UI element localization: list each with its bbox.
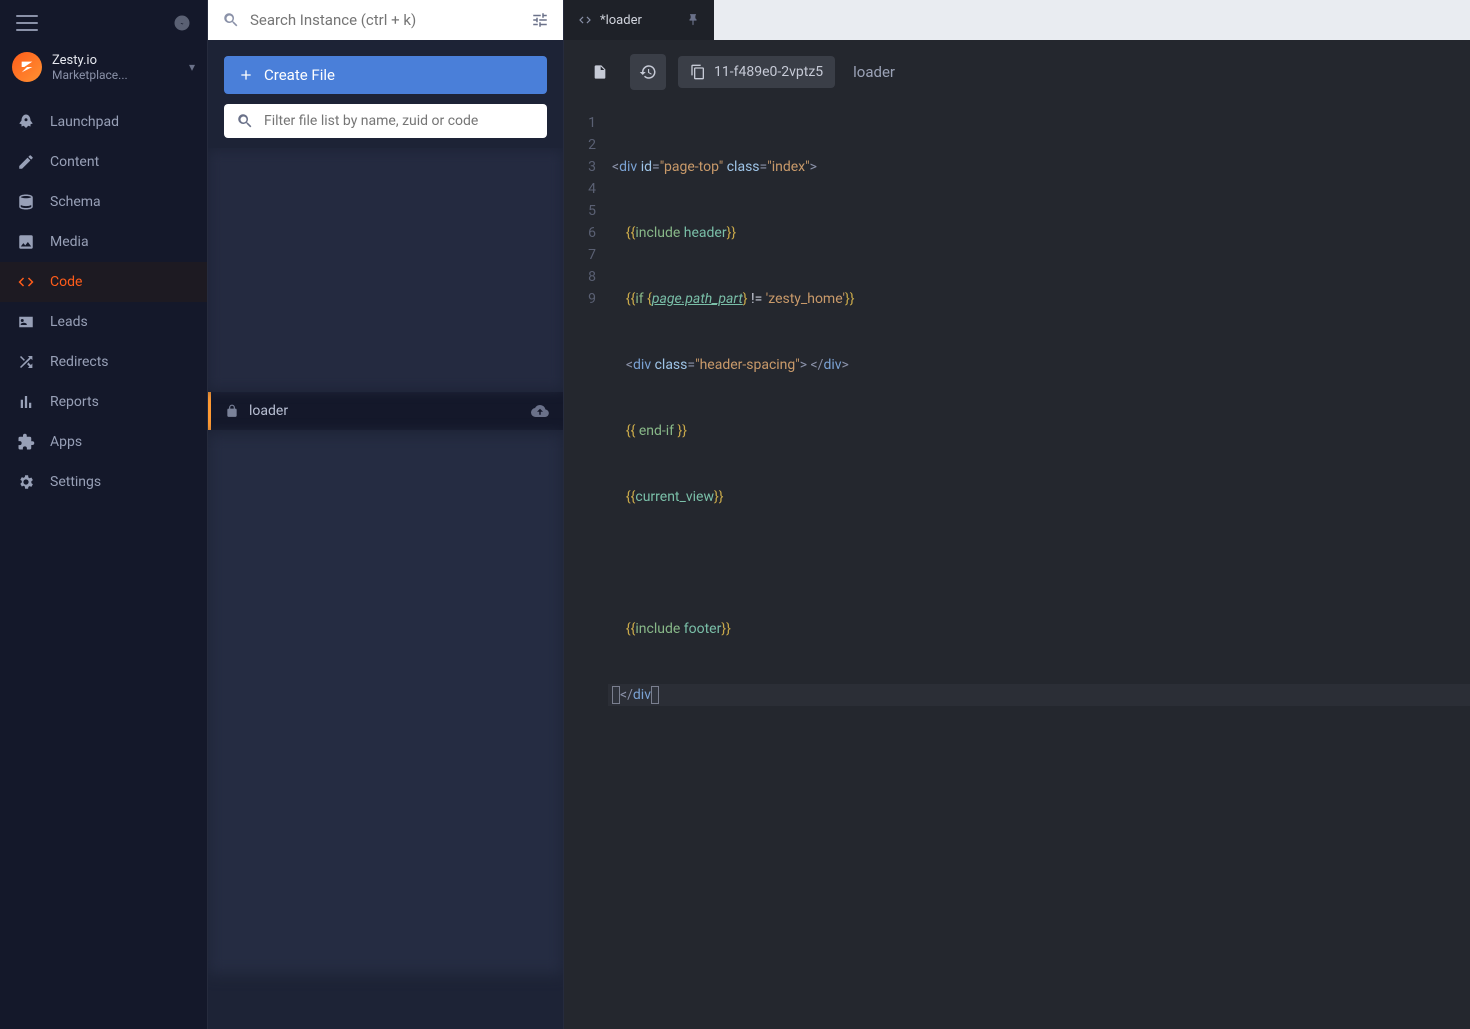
nav-apps[interactable]: Apps	[0, 422, 207, 462]
file-label: loader	[853, 63, 895, 81]
nav-label: Settings	[50, 474, 101, 490]
nav-media[interactable]: Media	[0, 222, 207, 262]
search-icon	[236, 112, 254, 130]
nav-label: Redirects	[50, 354, 109, 370]
code-icon	[16, 272, 36, 292]
nav-content[interactable]: Content	[0, 142, 207, 182]
primary-nav: Launchpad Content Schema Media Code Lead…	[0, 96, 207, 1029]
plus-icon	[238, 67, 254, 83]
create-file-label: Create File	[264, 66, 335, 84]
search-input[interactable]	[250, 11, 521, 29]
file-type-button[interactable]	[582, 54, 618, 90]
zuid-chip[interactable]: 11-f489e0-2vptz5	[678, 56, 835, 88]
blurred-files	[208, 434, 563, 974]
nav-label: Leads	[50, 314, 88, 330]
filter-input[interactable]	[264, 113, 535, 129]
filter-box	[224, 104, 547, 138]
rocket-icon	[16, 112, 36, 132]
menu-toggle[interactable]	[16, 15, 38, 31]
editor-main: *loader 11-f489e0-2vptz5 loader 1 2 3 4 …	[564, 0, 1470, 1029]
nav-label: Media	[50, 234, 89, 250]
cursor	[651, 686, 659, 704]
history-button[interactable]	[630, 54, 666, 90]
nav-label: Launchpad	[50, 114, 119, 130]
nav-label: Apps	[50, 434, 82, 450]
zesty-logo-icon	[173, 14, 191, 32]
nav-leads[interactable]: Leads	[0, 302, 207, 342]
file-panel: Create File loader	[208, 0, 564, 1029]
id-icon	[16, 312, 36, 332]
file-list[interactable]: loader	[208, 148, 563, 1029]
line-gutter: 1 2 3 4 5 6 7 8 9	[564, 104, 608, 1029]
instance-name: Marketplace...	[52, 68, 179, 82]
nav-label: Code	[50, 274, 82, 290]
file-item-loader[interactable]: loader	[208, 392, 563, 430]
global-search	[208, 0, 563, 40]
code-icon	[578, 13, 592, 27]
cloud-upload-icon[interactable]	[531, 402, 549, 420]
chevron-down-icon: ▾	[189, 60, 195, 74]
tab-bar: *loader	[564, 0, 1470, 40]
code-body[interactable]: <div id="page-top" class="index"> {{incl…	[608, 104, 1470, 1029]
instance-logo-icon	[12, 52, 42, 82]
nav-settings[interactable]: Settings	[0, 462, 207, 502]
nav-reports[interactable]: Reports	[0, 382, 207, 422]
nav-label: Content	[50, 154, 99, 170]
zuid-value: 11-f489e0-2vptz5	[714, 64, 823, 80]
tune-icon[interactable]	[531, 11, 549, 29]
nav-launchpad[interactable]: Launchpad	[0, 102, 207, 142]
cursor	[612, 686, 620, 704]
nav-schema[interactable]: Schema	[0, 182, 207, 222]
create-file-button[interactable]: Create File	[224, 56, 547, 94]
shuffle-icon	[16, 352, 36, 372]
brand-name: Zesty.io	[52, 53, 179, 68]
tab-loader[interactable]: *loader	[564, 0, 714, 40]
database-icon	[16, 192, 36, 212]
editor-toolbar: 11-f489e0-2vptz5 loader	[564, 40, 1470, 104]
search-icon	[222, 11, 240, 29]
nav-redirects[interactable]: Redirects	[0, 342, 207, 382]
blurred-files	[208, 150, 563, 390]
file-name: loader	[249, 403, 288, 419]
pencil-icon	[16, 152, 36, 172]
puzzle-icon	[16, 432, 36, 452]
pin-icon[interactable]	[686, 13, 700, 27]
nav-code[interactable]: Code	[0, 262, 207, 302]
copy-icon	[690, 64, 706, 80]
tab-title: *loader	[600, 13, 642, 28]
nav-label: Schema	[50, 194, 101, 210]
sidebar: Zesty.io Marketplace... ▾ Launchpad Cont…	[0, 0, 208, 1029]
gear-icon	[16, 472, 36, 492]
lock-icon	[225, 404, 239, 418]
nav-label: Reports	[50, 394, 99, 410]
image-icon	[16, 232, 36, 252]
instance-selector[interactable]: Zesty.io Marketplace... ▾	[0, 46, 207, 96]
code-editor[interactable]: 1 2 3 4 5 6 7 8 9 <div id="page-top" cla…	[564, 104, 1470, 1029]
bar-chart-icon	[16, 392, 36, 412]
